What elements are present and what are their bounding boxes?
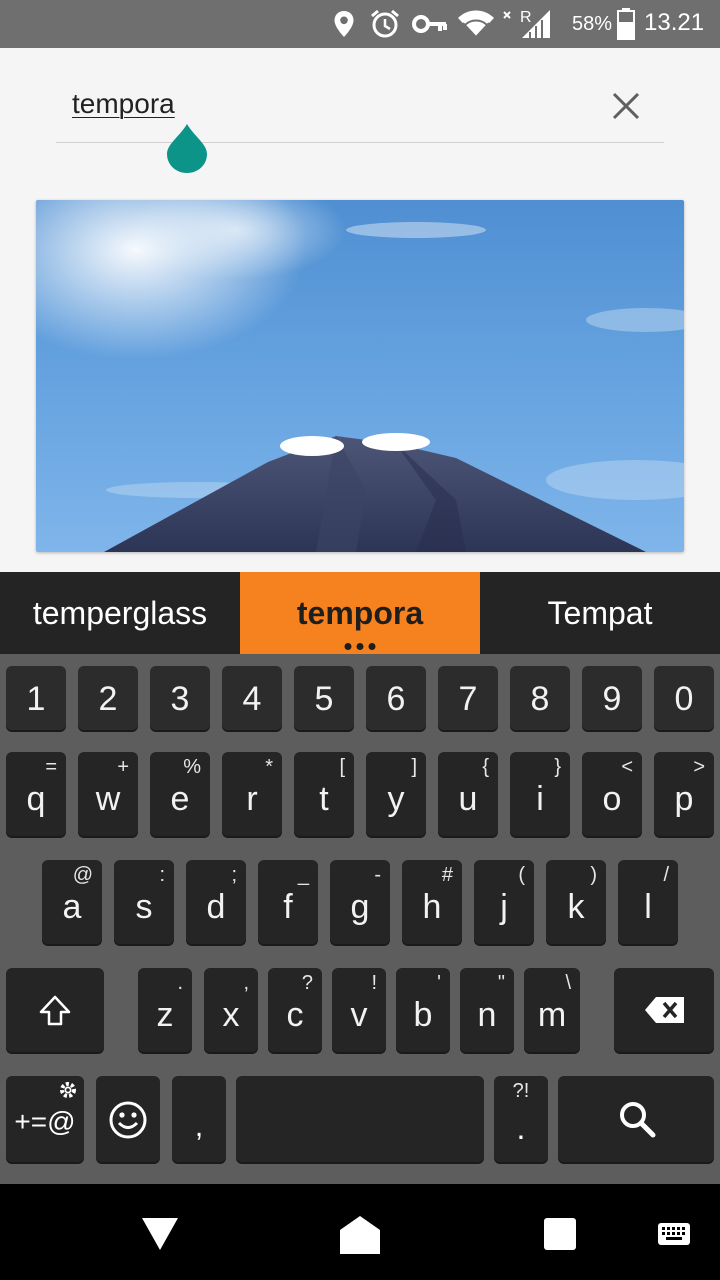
symbols-key[interactable]: +=@ [6,1076,84,1162]
backspace-icon [645,997,684,1023]
key-j[interactable]: (j [474,860,534,944]
search-input[interactable]: tempora [72,88,175,120]
on-screen-keyboard: 1 2 3 4 5 6 7 8 9 0 = q + w % e * r [t ] y {u… [0,654,720,1184]
key-a[interactable]: @ a [42,860,102,944]
search-field[interactable]: tempora [56,78,664,143]
key-d[interactable]: ; d [186,860,246,944]
key-2[interactable]: 2 [78,666,138,730]
volcano-photo[interactable] [36,200,684,552]
system-navigation-bar [0,1184,720,1280]
symbols-label: +=@ [14,1106,76,1137]
key-8[interactable]: 8 [510,666,570,730]
key-c[interactable]: ? c [268,968,322,1052]
suggestion-3[interactable]: Tempat [480,572,720,654]
alarm-clock-icon [368,8,402,40]
keyboard-icon[interactable] [652,1212,696,1256]
key-l[interactable]: / l [618,860,678,944]
more-suggestions-dots-icon [344,643,376,650]
backspace-key[interactable] [614,968,714,1052]
clock: 13.21 [644,9,705,36]
key-f[interactable]: _ f [258,860,318,944]
spacebar[interactable] [236,1076,484,1162]
key-o[interactable]: < o [582,752,642,836]
key-9[interactable]: 9 [582,666,642,730]
key-p[interactable]: > p [654,752,714,836]
key-e[interactable]: % e [150,752,210,836]
key-0[interactable]: 0 [654,666,714,730]
close-icon[interactable] [608,88,644,124]
key-6[interactable]: 6 [366,666,426,730]
key-h[interactable]: # h [402,860,462,944]
battery-percent: 58% [572,13,613,35]
key-5[interactable]: 5 [294,666,354,730]
search-key[interactable] [558,1076,714,1162]
wifi-icon [456,8,496,40]
suggestion-2-label: tempora [296,594,424,631]
key-b[interactable]: ' b [396,968,450,1052]
key-m[interactable]: \ m [524,968,580,1052]
recents-square-icon[interactable] [538,1212,582,1256]
signal-roaming-icon: R [502,8,552,40]
search-icon [620,1102,656,1138]
key-r[interactable]: * r [222,752,282,836]
key-i[interactable]: } i [510,752,570,836]
key-k[interactable]: ) k [546,860,606,944]
key-7[interactable]: 7 [438,666,498,730]
key-y[interactable]: ] y [366,752,426,836]
key-3[interactable]: 3 [150,666,210,730]
suggestion-2-selected[interactable]: tempora [240,572,480,654]
emoji-icon [109,1101,147,1139]
suggestion-1[interactable]: temperglass [0,572,240,654]
comma-key[interactable]: , [172,1076,226,1162]
key-q[interactable]: = q [6,752,66,836]
key-v[interactable]: ! v [332,968,386,1052]
status-bar: R 58% 13.21 [0,0,720,48]
key-x[interactable]: ,x [204,968,258,1052]
key-g[interactable]: -g [330,860,390,944]
shift-arrow-icon [39,995,71,1026]
back-triangle-icon[interactable] [138,1212,182,1256]
text-cursor-handle[interactable] [166,124,208,174]
key-n[interactable]: " n [460,968,514,1052]
key-t[interactable]: [t [294,752,354,836]
app-content: tempora [0,48,720,572]
key-1[interactable]: 1 [6,666,66,730]
key-s[interactable]: :s [114,860,174,944]
battery-icon [616,8,636,40]
suggestion-bar: temperglass tempora Tempat [0,572,720,654]
key-4[interactable]: 4 [222,666,282,730]
home-icon[interactable] [338,1212,382,1256]
svg-text:R: R [520,9,532,26]
settings-gear-icon [60,1082,76,1098]
key-u[interactable]: {u [438,752,498,836]
vpn-key-icon [412,8,448,40]
shift-key[interactable] [6,968,104,1052]
emoji-key[interactable] [96,1076,160,1162]
location-pin-icon [330,8,358,40]
key-z[interactable]: .z [138,968,192,1052]
key-w[interactable]: + w [78,752,138,836]
period-key[interactable]: ?! . [494,1076,548,1162]
